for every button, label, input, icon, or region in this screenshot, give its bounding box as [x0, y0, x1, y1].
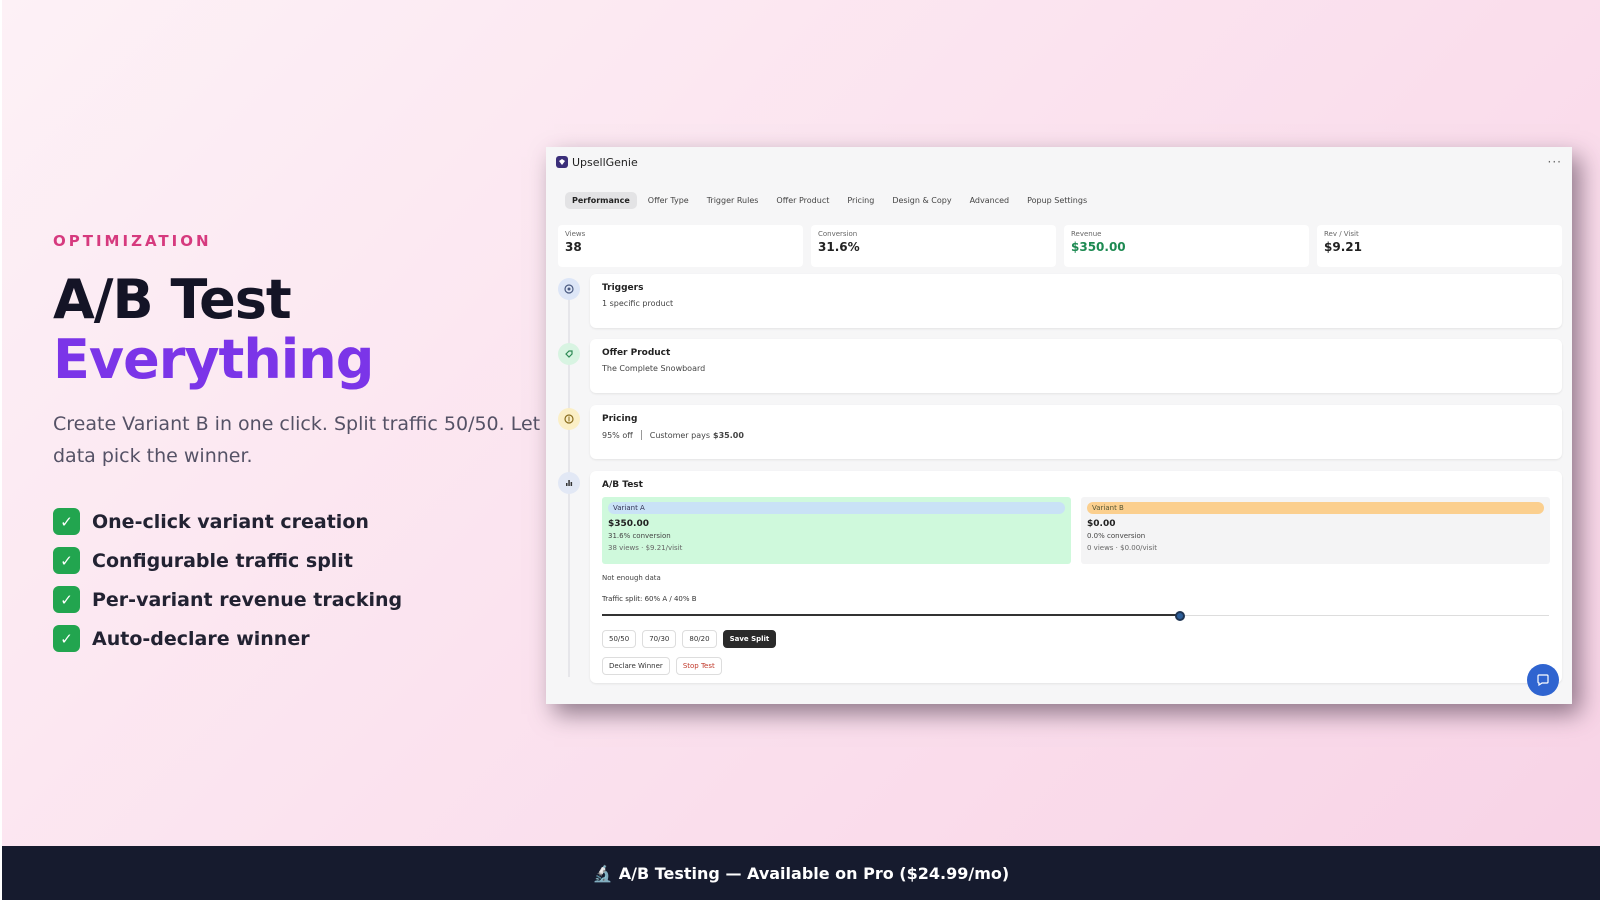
tab-offer-type[interactable]: Offer Type: [641, 192, 696, 209]
tab-advanced[interactable]: Advanced: [963, 192, 1017, 209]
app-name: UpsellGenie: [572, 155, 638, 169]
tab-bar: Performance Offer Type Trigger Rules Off…: [565, 192, 1094, 209]
tab-trigger-rules[interactable]: Trigger Rules: [700, 192, 766, 209]
card-title: A/B Test: [602, 480, 643, 490]
tab-popup-settings[interactable]: Popup Settings: [1020, 192, 1094, 209]
variant-b-revenue: $0.00: [1087, 519, 1116, 529]
tab-design-copy[interactable]: Design & Copy: [885, 192, 958, 209]
preset-70-30-button[interactable]: 70/30: [642, 630, 677, 648]
feature-label: Per-variant revenue tracking: [92, 588, 403, 611]
feature-item: ✓ Auto-declare winner: [53, 619, 553, 658]
app-logo-icon: [556, 156, 568, 168]
metric-label: Views: [565, 230, 586, 238]
feature-list: ✓ One-click variant creation ✓ Configurabl…: [53, 502, 553, 658]
variant-b-panel: Variant B $0.00 0.0% conversion 0 views …: [1081, 497, 1550, 564]
more-menu-icon[interactable]: ···: [1548, 155, 1562, 169]
app-screenshot: UpsellGenie ··· Performance Offer Type T…: [546, 147, 1572, 704]
tab-pricing[interactable]: Pricing: [840, 192, 881, 209]
variant-a-badge: Variant A: [608, 502, 1065, 514]
variant-b-meta: 0 views · $0.00/visit: [1087, 544, 1157, 552]
metric-value: $350.00: [1071, 240, 1126, 254]
save-split-button[interactable]: Save Split: [722, 630, 777, 648]
footer-banner: 🔬 A/B Testing — Available on Pro ($24.99…: [2, 846, 1600, 900]
check-icon: ✓: [53, 508, 80, 535]
slider-thumb[interactable]: [1175, 611, 1185, 621]
pricing-divider: [640, 430, 642, 440]
preset-80-20-button[interactable]: 80/20: [682, 630, 717, 648]
check-icon: ✓: [53, 625, 80, 652]
customer-pays-label: Customer pays: [649, 430, 711, 440]
variant-b-badge: Variant B: [1087, 502, 1544, 514]
variant-a-conversion: 31.6% conversion: [608, 532, 671, 540]
variant-a-meta: 38 views · $9.21/visit: [608, 544, 683, 552]
tab-offer-product[interactable]: Offer Product: [769, 192, 836, 209]
stop-test-button[interactable]: Stop Test: [675, 657, 722, 675]
hero-title-line2: Everything: [53, 328, 374, 391]
metric-label: Revenue: [1071, 230, 1102, 238]
metric-value: 31.6%: [818, 240, 860, 254]
app-header: UpsellGenie ···: [546, 147, 1572, 177]
declare-winner-button[interactable]: Declare Winner: [602, 657, 670, 675]
card-title: Offer Product: [602, 348, 671, 358]
card-title: Pricing: [602, 414, 638, 424]
offer-product-card[interactable]: Offer Product The Complete Snowboard: [590, 339, 1562, 393]
test-status: Not enough data: [602, 574, 661, 582]
metric-conversion: Conversion 31.6%: [811, 225, 1056, 267]
feature-label: Auto-declare winner: [92, 627, 310, 650]
slider-fill: [602, 614, 1180, 616]
chat-icon[interactable]: [1527, 664, 1559, 696]
discount-text: 95% off: [602, 430, 633, 440]
feature-item: ✓ Configurable traffic split: [53, 541, 553, 580]
pricing-row: 95% off Customer pays $35.00: [602, 430, 1550, 440]
target-icon: [558, 278, 580, 300]
feature-label: Configurable traffic split: [92, 549, 353, 572]
triggers-card[interactable]: Triggers 1 specific product: [590, 274, 1562, 328]
variant-b-conversion: 0.0% conversion: [1087, 532, 1146, 540]
ab-test-card: A/B Test Variant A $350.00 31.6% convers…: [590, 471, 1562, 683]
hero-section: OPTIMIZATION A/B Test Everything Create …: [53, 232, 553, 658]
card-subtitle: The Complete Snowboard: [602, 364, 706, 373]
metric-label: Conversion: [818, 230, 858, 238]
variant-a-revenue: $350.00: [608, 519, 649, 529]
traffic-split-label: Traffic split: 60% A / 40% B: [602, 595, 697, 603]
eyebrow-label: OPTIMIZATION: [53, 232, 212, 250]
microscope-icon: 🔬: [592, 863, 613, 883]
dollar-icon: [558, 408, 580, 430]
metric-rev-visit: Rev / Visit $9.21: [1317, 225, 1562, 267]
card-subtitle: 1 specific product: [602, 299, 674, 308]
variant-a-panel: Variant A $350.00 31.6% conversion 38 vi…: [602, 497, 1071, 564]
hero-title-line1: A/B Test: [53, 268, 292, 331]
check-icon: ✓: [53, 586, 80, 613]
feature-label: One-click variant creation: [92, 510, 369, 533]
check-icon: ✓: [53, 547, 80, 574]
card-title: Triggers: [602, 283, 644, 293]
bar-chart-icon: [558, 472, 580, 494]
footer-text: A/B Testing — Available on Pro ($24.99/m…: [618, 863, 1010, 883]
metrics-row: Views 38 Conversion 31.6% Revenue $350.0…: [558, 225, 1562, 267]
tag-icon: [558, 343, 580, 365]
metric-value: 38: [565, 240, 582, 254]
metric-value: $9.21: [1324, 240, 1362, 254]
preset-50-50-button[interactable]: 50/50: [602, 630, 637, 648]
pricing-card[interactable]: Pricing 95% off Customer pays $35.00: [590, 405, 1562, 459]
metric-label: Rev / Visit: [1324, 230, 1359, 238]
feature-item: ✓ Per-variant revenue tracking: [53, 580, 553, 619]
traffic-split-slider[interactable]: [602, 611, 1550, 621]
metric-revenue: Revenue $350.00: [1064, 225, 1309, 267]
feature-item: ✓ One-click variant creation: [53, 502, 553, 541]
test-action-row: Declare Winner Stop Test: [602, 657, 1550, 675]
tab-performance[interactable]: Performance: [565, 192, 637, 209]
customer-pays-value: $35.00: [713, 430, 744, 440]
hero-subtitle: Create Variant B in one click. Split tra…: [53, 413, 541, 467]
left-edge-strip: [0, 0, 2, 900]
variants-row: Variant A $350.00 31.6% conversion 38 vi…: [602, 497, 1550, 564]
split-preset-row: 50/50 70/30 80/20 Save Split: [602, 630, 1550, 648]
metric-views: Views 38: [558, 225, 803, 267]
